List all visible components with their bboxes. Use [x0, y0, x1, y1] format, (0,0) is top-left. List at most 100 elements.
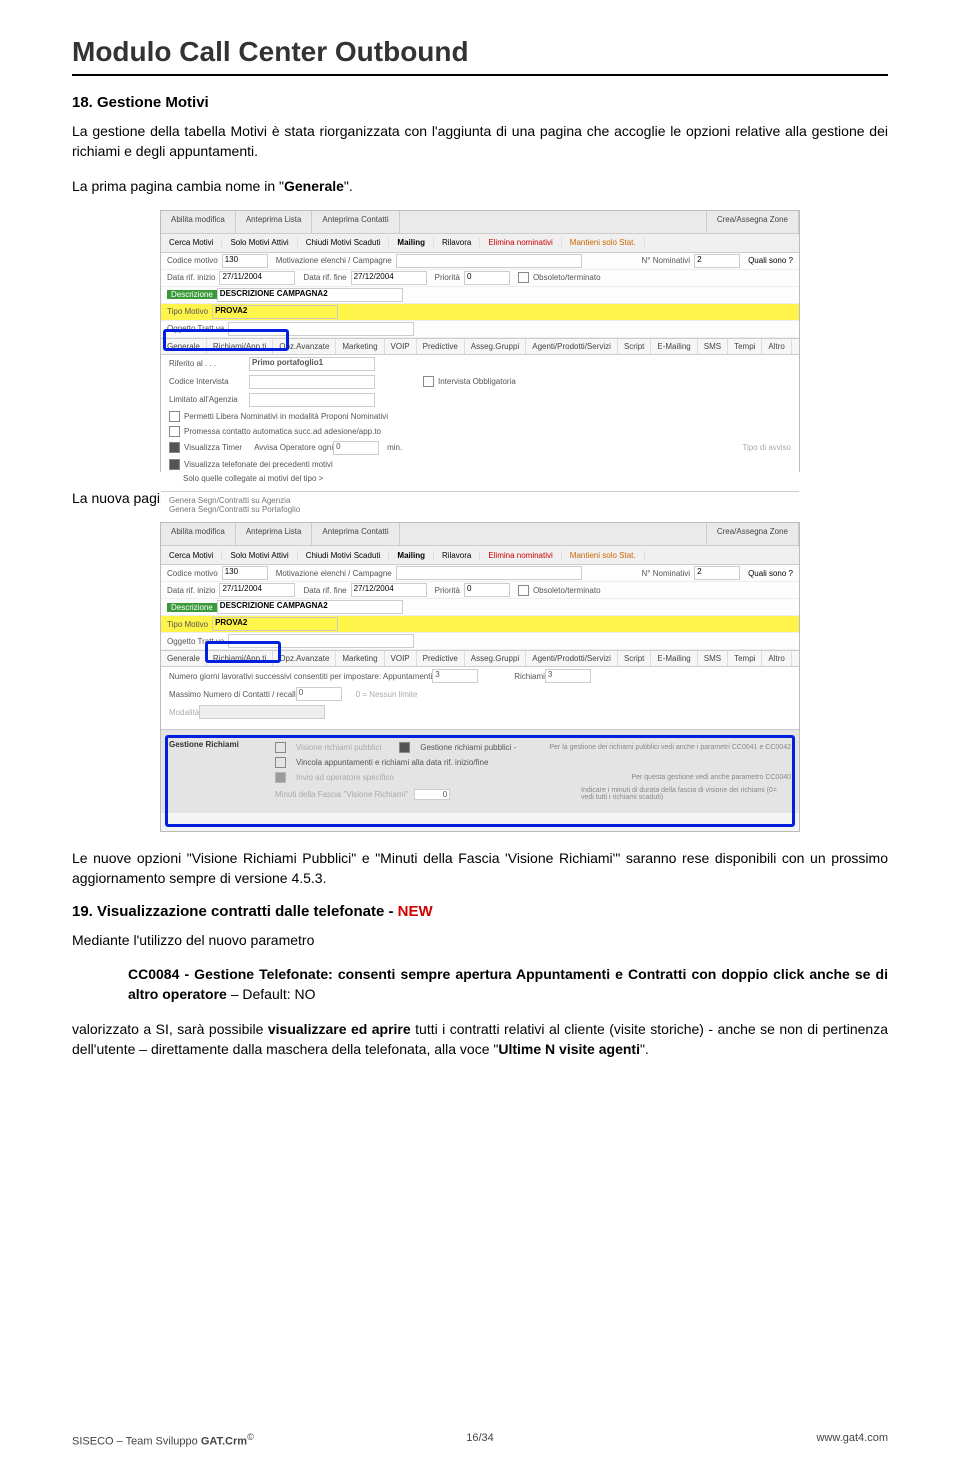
tab-tempi[interactable]: Tempi [728, 339, 762, 354]
btn-mantieni[interactable]: Mantieni solo Stat. [562, 551, 645, 560]
tab-marketing[interactable]: Marketing [336, 339, 384, 354]
motivazione-field[interactable] [396, 566, 582, 580]
tab-altro[interactable]: Altro [762, 339, 791, 354]
tab[interactable]: Abilita modifica [161, 523, 236, 545]
tab[interactable]: Abilita modifica [161, 211, 236, 233]
btn-cerca-motivi[interactable]: Cerca Motivi [161, 238, 222, 247]
btn-solo-attivi[interactable]: Solo Motivi Attivi [222, 238, 297, 247]
codice-motivo-field[interactable]: 130 [222, 566, 268, 580]
checkbox[interactable] [169, 459, 180, 470]
codice-motivo-field[interactable]: 130 [222, 254, 268, 268]
motivazione-field[interactable] [396, 254, 582, 268]
data-fine-field[interactable]: 27/12/2004 [351, 271, 427, 285]
tab-sms[interactable]: SMS [698, 651, 728, 666]
btn-elimina[interactable]: Elimina nominativi [480, 238, 561, 247]
tab-marketing[interactable]: Marketing [336, 651, 384, 666]
btn-quali-sono[interactable]: Quali sono ? [748, 569, 793, 578]
intervista-obbl-checkbox[interactable] [423, 376, 434, 387]
label: Visualizza Timer [184, 443, 242, 452]
tab-generale[interactable]: Generale [161, 651, 207, 666]
descrizione-field[interactable]: DESCRIZIONE CAMPAGNA2 [217, 288, 403, 302]
label: Data rif. fine [303, 273, 346, 282]
giorni-appuntamenti-field[interactable]: 3 [432, 669, 478, 683]
text: ". [640, 1041, 649, 1057]
label: Avvisa Operatore ogni [254, 443, 333, 452]
riferito-al-field[interactable]: Primo portafoglio1 [249, 357, 375, 371]
tab-tempi[interactable]: Tempi [728, 651, 762, 666]
max-recall-field[interactable]: 0 [296, 687, 342, 701]
tab[interactable]: Crea/Assegna Zone [707, 211, 799, 233]
btn-chiudi-scaduti[interactable]: Chiudi Motivi Scaduti [298, 551, 390, 560]
tab-agenti[interactable]: Agenti/Prodotti/Servizi [526, 339, 618, 354]
form-row: Numero giorni lavorativi successivi cons… [161, 667, 799, 685]
new-badge: NEW [398, 903, 433, 920]
checkbox[interactable] [169, 442, 180, 453]
tab-emailing[interactable]: E-Mailing [651, 339, 697, 354]
hint: 0 = Nessun limite [356, 690, 418, 699]
footer-rows: Genera Segn/Contratti su Agenzia Genera … [161, 491, 799, 518]
text: La prima pagina cambia nome in " [72, 178, 284, 194]
btn-elimina[interactable]: Elimina nominativi [480, 551, 561, 560]
btn-rilavora[interactable]: Rilavora [434, 238, 480, 247]
label: Riferito al . . . [169, 359, 249, 368]
checkbox[interactable] [169, 411, 180, 422]
label: Codice motivo [167, 569, 218, 578]
priorita-field[interactable]: 0 [464, 583, 510, 597]
form-row: Data rif. inizio 27/11/2004 Data rif. fi… [161, 582, 799, 599]
data-inizio-field[interactable]: 27/11/2004 [219, 583, 295, 597]
descrizione-field[interactable]: DESCRIZIONE CAMPAGNA2 [217, 600, 403, 614]
tab-agenti[interactable]: Agenti/Prodotti/Servizi [526, 651, 618, 666]
tipo-motivo-field[interactable]: PROVA2 [212, 617, 338, 631]
tab-voip[interactable]: VOIP [385, 339, 417, 354]
label: Genera Segn/Contratti su Agenzia [169, 496, 791, 505]
form-row: Riferito al . . . Primo portafoglio1 [161, 355, 799, 373]
section-18-p4: Le nuove opzioni "Visione Richiami Pubbl… [72, 848, 888, 889]
tipo-motivo-field[interactable]: PROVA2 [212, 305, 338, 319]
section-19-p2: valorizzato a SI, sarà possibile visuali… [72, 1019, 888, 1060]
form-row: Promessa contatto automatica succ.ad ade… [161, 424, 799, 439]
tab-script[interactable]: Script [618, 651, 651, 666]
obsoleto-checkbox[interactable] [518, 585, 529, 596]
tab-predictive[interactable]: Predictive [417, 651, 465, 666]
label: Numero giorni lavorativi successivi cons… [169, 672, 432, 681]
btn-mailing[interactable]: Mailing [389, 551, 434, 560]
tab[interactable]: Anteprima Lista [236, 523, 313, 545]
btn-quali-sono[interactable]: Quali sono ? [748, 256, 793, 265]
tab-asseg-gruppi[interactable]: Asseg.Gruppi [465, 339, 526, 354]
tab-emailing[interactable]: E-Mailing [651, 651, 697, 666]
btn-mailing[interactable]: Mailing [389, 238, 434, 247]
tab-sms[interactable]: SMS [698, 339, 728, 354]
label: Massimo Numero di Contatti / recall [169, 690, 296, 699]
codice-intervista-field[interactable] [249, 375, 375, 389]
obsoleto-checkbox[interactable] [518, 272, 529, 283]
btn-rilavora[interactable]: Rilavora [434, 551, 480, 560]
priorita-field[interactable]: 0 [464, 271, 510, 285]
giorni-richiami-field[interactable]: 3 [545, 669, 591, 683]
tab-script[interactable]: Script [618, 339, 651, 354]
tab[interactable]: Crea/Assegna Zone [707, 523, 799, 545]
tab-opz-avanzate[interactable]: Opz.Avanzate [273, 651, 336, 666]
label: Data rif. fine [303, 586, 346, 595]
btn-chiudi-scaduti[interactable]: Chiudi Motivi Scaduti [298, 238, 390, 247]
tab[interactable]: Anteprima Contatti [312, 523, 399, 545]
tab[interactable]: Anteprima Contatti [312, 211, 399, 233]
toolbar: Cerca Motivi Solo Motivi Attivi Chiudi M… [161, 545, 799, 565]
checkbox[interactable] [169, 426, 180, 437]
form-row: Codice motivo 130 Motivazione elenchi / … [161, 253, 799, 270]
tab-voip[interactable]: VOIP [385, 651, 417, 666]
btn-cerca-motivi[interactable]: Cerca Motivi [161, 551, 222, 560]
tab-asseg-gruppi[interactable]: Asseg.Gruppi [465, 651, 526, 666]
tab-predictive[interactable]: Predictive [417, 339, 465, 354]
btn-solo-attivi[interactable]: Solo Motivi Attivi [222, 551, 297, 560]
tab-altro[interactable]: Altro [762, 651, 791, 666]
highlight-generale-richiami [163, 329, 289, 351]
data-inizio-field[interactable]: 27/11/2004 [219, 271, 295, 285]
form-row: Codice Intervista Intervista Obbligatori… [161, 373, 799, 391]
avvisa-min-field[interactable]: 0 [333, 441, 379, 455]
data-fine-field[interactable]: 27/12/2004 [351, 583, 427, 597]
agenzia-field[interactable] [249, 393, 375, 407]
spacer [400, 523, 707, 545]
tab[interactable]: Anteprima Lista [236, 211, 313, 233]
btn-mantieni[interactable]: Mantieni solo Stat. [562, 238, 645, 247]
label: Tipo Motivo [167, 620, 208, 629]
